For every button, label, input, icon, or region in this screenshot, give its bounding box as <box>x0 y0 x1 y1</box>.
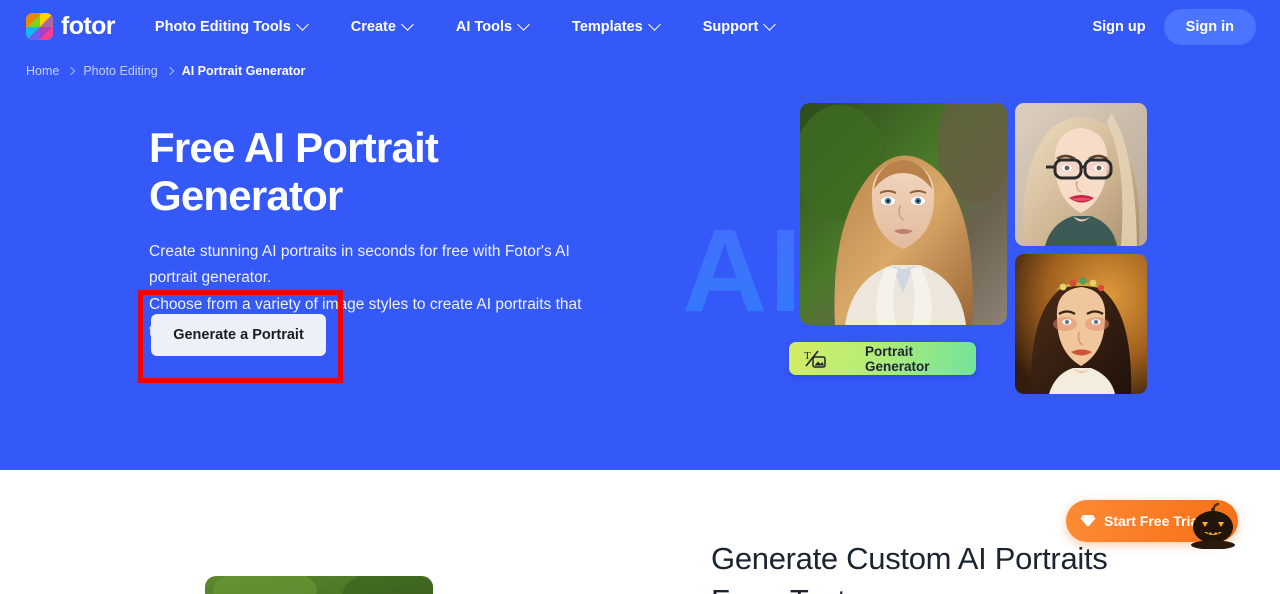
diamond-gem-icon <box>1080 514 1096 528</box>
breadcrumb-item-photo-editing[interactable]: Photo Editing <box>83 64 157 78</box>
hero-description-line: Create stunning AI portraits in seconds … <box>149 242 570 260</box>
hero-section: fotor Photo Editing Tools Create AI Tool… <box>0 0 1280 470</box>
breadcrumb-item-home[interactable]: Home <box>26 64 59 78</box>
nav-item-create[interactable]: Create <box>350 13 414 41</box>
hero-description-line: portrait generator. <box>149 269 272 287</box>
page-title: Free AI Portrait Generator <box>149 124 439 220</box>
lower-section-portrait-preview <box>205 576 433 594</box>
breadcrumb: Home Photo Editing AI Portrait Generator <box>26 64 305 78</box>
nav-item-photo-editing-tools[interactable]: Photo Editing Tools <box>154 13 309 41</box>
portrait-generator-badge-label: Portrait Generator <box>865 343 930 374</box>
portrait-illustrated-woman-glasses <box>1015 103 1147 246</box>
chevron-right-icon <box>165 66 174 76</box>
ai-watermark-text: AI <box>682 205 804 337</box>
nav-item-label: Create <box>350 18 396 35</box>
start-free-trial-widget: Start Free Trial <box>1066 500 1238 550</box>
nav-item-ai-tools[interactable]: AI Tools <box>455 13 530 41</box>
chevron-down-icon <box>517 18 530 31</box>
nav-item-support[interactable]: Support <box>702 13 777 41</box>
portrait-photo-realistic-woman <box>800 103 1007 325</box>
lower-section-heading: Generate Custom AI Portraits From Text <box>711 538 1108 594</box>
fotor-logo[interactable]: fotor <box>26 12 116 40</box>
sign-up-link[interactable]: Sign up <box>1084 13 1153 41</box>
text-to-image-icon: T <box>803 349 827 369</box>
portrait-painted-woman-tiara <box>1015 254 1147 394</box>
lower-heading-line-2: From Text <box>711 580 1108 594</box>
nav-item-label: Support <box>702 18 759 35</box>
page-root: fotor Photo Editing Tools Create AI Tool… <box>0 0 1280 594</box>
start-free-trial-label: Start Free Trial <box>1104 513 1203 529</box>
portrait-generator-badge[interactable]: T Portrait Generator <box>789 342 976 375</box>
top-navigation-bar: fotor Photo Editing Tools Create AI Tool… <box>0 0 1280 53</box>
nav-item-templates[interactable]: Templates <box>572 13 661 41</box>
start-free-trial-button[interactable]: Start Free Trial <box>1066 500 1238 542</box>
sign-in-button[interactable]: Sign in <box>1163 8 1256 45</box>
generate-a-portrait-button[interactable]: Generate a Portrait <box>151 314 326 356</box>
breadcrumb-item-current: AI Portrait Generator <box>181 64 306 78</box>
chevron-down-icon <box>295 18 309 31</box>
brand-name: fotor <box>61 12 116 40</box>
chevron-right-icon <box>67 66 76 76</box>
chevron-down-icon <box>763 18 777 31</box>
fotor-pinwheel-logo-icon <box>26 13 53 40</box>
nav-links: Photo Editing Tools Create AI Tools Temp… <box>155 13 818 41</box>
account-actions: Sign up Sign in <box>1084 0 1256 53</box>
lower-heading-line-1: Generate Custom AI Portraits <box>711 541 1108 576</box>
nav-item-label: Templates <box>572 18 643 35</box>
nav-item-label: AI Tools <box>455 18 513 35</box>
nav-item-label: Photo Editing Tools <box>154 18 291 35</box>
hero-copy: Free AI Portrait Generator Create stunni… <box>149 124 629 345</box>
chevron-down-icon <box>401 18 414 31</box>
chevron-down-icon <box>647 18 661 31</box>
